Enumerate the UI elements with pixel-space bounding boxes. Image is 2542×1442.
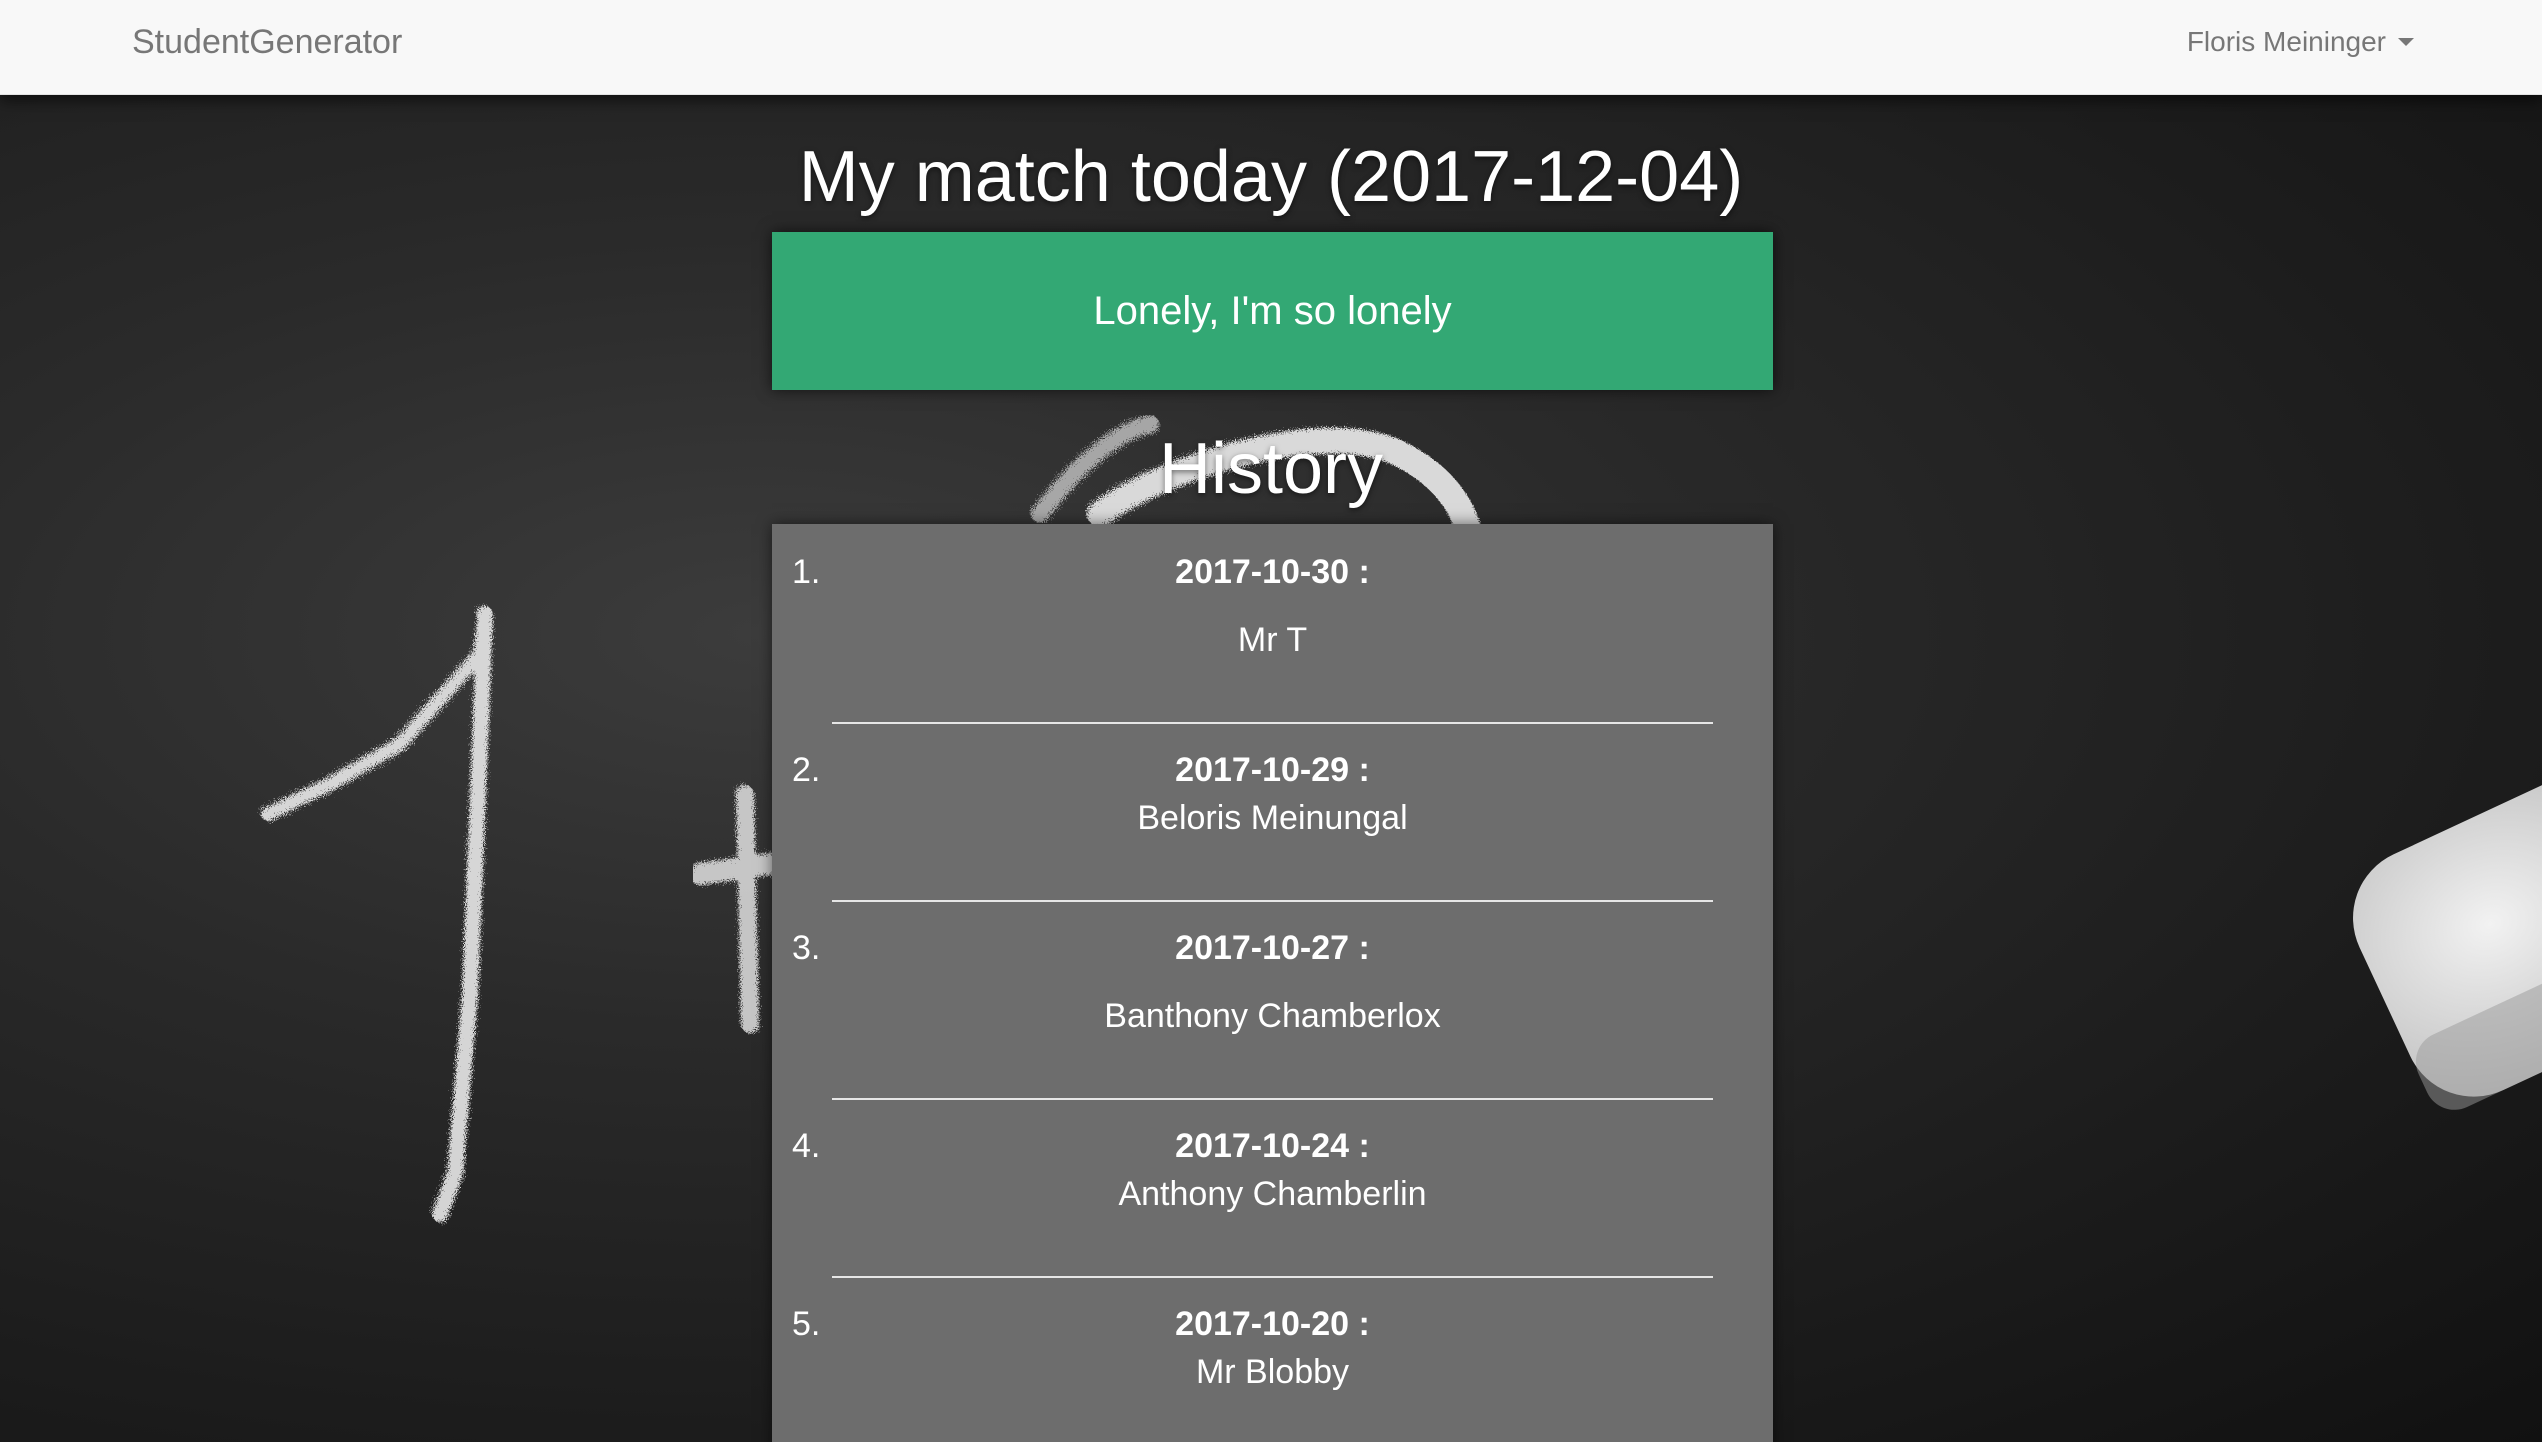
history-item-date: 2017-10-27 : [1175,929,1370,967]
history-item-name: Beloris Meinungal [1137,799,1408,837]
history-divider [832,1276,1713,1278]
history-divider [832,900,1713,902]
history-panel: 1. 2017-10-30 : Mr T 2. 2017-10-29 : Bel… [772,524,1773,1442]
history-item-name: Mr T [1237,621,1308,659]
history-item-date: 2017-10-24 : [1175,1127,1370,1165]
history-item-date: 2017-10-29 : [1175,751,1370,789]
history-item-name: Anthony Chamberlin [1118,1175,1427,1213]
history-item-name: Banthony Chamberlox [1104,997,1441,1035]
caret-down-icon [2398,38,2414,46]
history-divider [832,722,1713,724]
history-item-name: Mr Blobby [1195,1353,1350,1391]
history-item-date: 2017-10-30 : [1175,553,1370,591]
page: StudentGenerator Floris Meininger My mat… [0,0,2542,1442]
history-divider [832,1098,1713,1100]
history-title: History [1158,429,1383,509]
user-name-label: Floris Meininger [2186,26,2386,57]
match-title: My match today (2017-12-04) [798,137,1744,217]
match-result-card: Lonely, I'm so lonely [772,232,1773,390]
history-item-date: 2017-10-20 : [1175,1305,1370,1343]
match-result-text: Lonely, I'm so lonely [1093,288,1452,333]
top-navbar: StudentGenerator Floris Meininger [0,0,2542,95]
brand-link[interactable]: StudentGenerator [132,0,402,84]
user-menu-dropdown[interactable]: Floris Meininger [2187,0,2414,84]
